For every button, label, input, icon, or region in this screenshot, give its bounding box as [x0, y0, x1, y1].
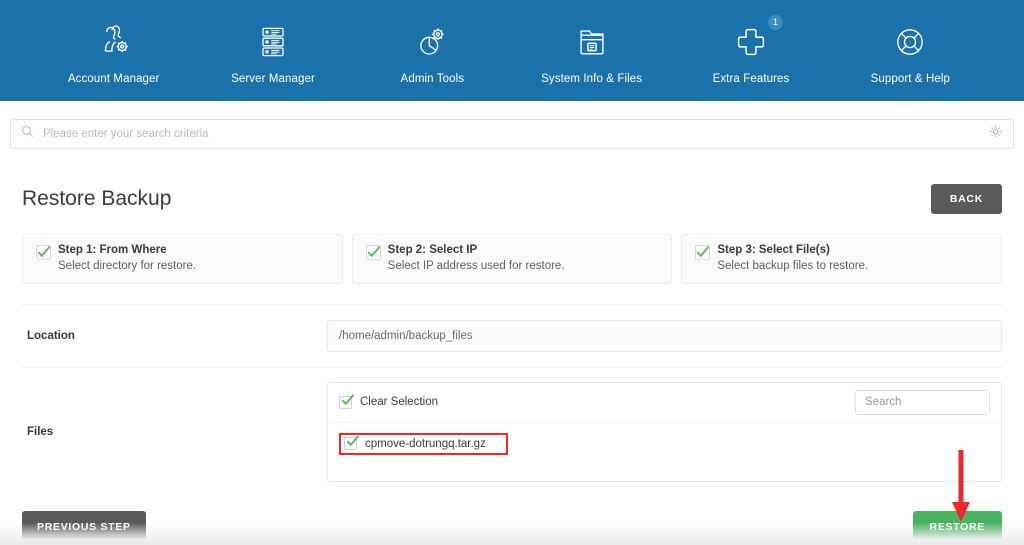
step-title: Step 2: Select IP — [387, 244, 478, 256]
check-icon — [365, 245, 381, 265]
nav-label: Server Manager — [231, 73, 315, 85]
top-navigation-bar: Account Manager Server Manager Admin Too… — [0, 0, 1024, 104]
nav-label: Support & Help — [870, 73, 950, 85]
check-icon — [695, 245, 711, 265]
step-description: Select backup files to restore. — [717, 260, 869, 272]
checkbox-icon[interactable] — [339, 393, 355, 409]
folder-files-icon — [572, 20, 612, 64]
files-panel-header: Clear Selection — [328, 383, 1001, 423]
step-3-select-files[interactable]: Step 3: Select File(s) Select backup fil… — [681, 234, 1003, 284]
lifebuoy-icon — [890, 20, 930, 64]
step-title: Step 1: From Where — [58, 244, 167, 256]
step-1-from-where[interactable]: Step 1: From Where Select directory for … — [22, 234, 343, 284]
step-description: Select directory for restore. — [58, 260, 197, 272]
location-input[interactable] — [327, 320, 1002, 352]
nav-label: Admin Tools — [400, 73, 465, 85]
nav-item-account-manager[interactable]: Account Manager — [34, 14, 193, 85]
step-title: Step 3: Select File(s) — [717, 244, 830, 256]
nav-label: System Info & Files — [541, 73, 643, 85]
location-row: Location — [22, 304, 1002, 367]
nav-label: Account Manager — [67, 73, 160, 85]
back-button[interactable]: BACK — [930, 184, 1002, 214]
nav-badge-count: 1 — [767, 15, 783, 30]
search-icon — [21, 125, 34, 143]
location-label: Location — [27, 330, 75, 342]
plus-cross-icon: 1 — [731, 15, 783, 64]
clear-selection-label: Clear Selection — [360, 396, 438, 408]
step-description: Select IP address used for restore. — [387, 260, 565, 272]
nav-item-server-manager[interactable]: Server Manager — [193, 14, 352, 85]
files-label: Files — [27, 426, 54, 438]
pie-gear-icon — [412, 20, 452, 64]
main-content: Restore Backup BACK Step 1: From Where S… — [0, 163, 1024, 498]
page-title: Restore Backup — [22, 187, 172, 210]
file-list-item[interactable]: cpmove-dotrungq.tar.gz — [339, 433, 508, 455]
global-search-zone — [0, 104, 1024, 163]
global-search-box[interactable] — [10, 119, 1014, 149]
step-2-select-ip[interactable]: Step 2: Select IP Select IP address used… — [351, 234, 673, 284]
files-list: cpmove-dotrungq.tar.gz — [328, 423, 1001, 465]
gear-icon[interactable] — [988, 124, 1003, 144]
nav-item-system-info-files[interactable]: System Info & Files — [512, 14, 671, 85]
files-panel: Clear Selection cpmove-dotrungq.tar.gz — [327, 382, 1002, 482]
files-field-wrap: Clear Selection cpmove-dotrungq.tar.gz — [327, 382, 1002, 482]
nav-label: Extra Features — [712, 73, 790, 85]
previous-step-button[interactable]: PREVIOUS STEP — [22, 511, 146, 543]
checkbox-icon[interactable] — [344, 435, 360, 450]
steps-row: Step 1: From Where Select directory for … — [22, 234, 1003, 284]
clear-selection-toggle[interactable]: Clear Selection — [339, 393, 438, 409]
check-icon — [36, 245, 51, 265]
nav-item-extra-features[interactable]: 1 Extra Features — [671, 14, 830, 85]
restore-button[interactable]: RESTORE — [912, 511, 1002, 543]
files-search-input[interactable] — [855, 389, 990, 415]
footer-actions: PREVIOUS STEP RESTORE — [0, 498, 1024, 543]
search-input[interactable] — [34, 128, 988, 140]
users-gear-icon — [94, 20, 134, 64]
files-row: Files Clear Selection Search cpmove-dotr… — [22, 367, 1002, 498]
nav-item-support-help[interactable]: Support & Help — [831, 14, 990, 85]
file-name: cpmove-dotrungq.tar.gz — [365, 437, 486, 450]
server-rack-icon — [253, 20, 293, 64]
page-header-row: Restore Backup BACK — [22, 163, 1002, 234]
location-field-wrap — [327, 320, 1002, 352]
nav-item-admin-tools[interactable]: Admin Tools — [353, 14, 512, 85]
